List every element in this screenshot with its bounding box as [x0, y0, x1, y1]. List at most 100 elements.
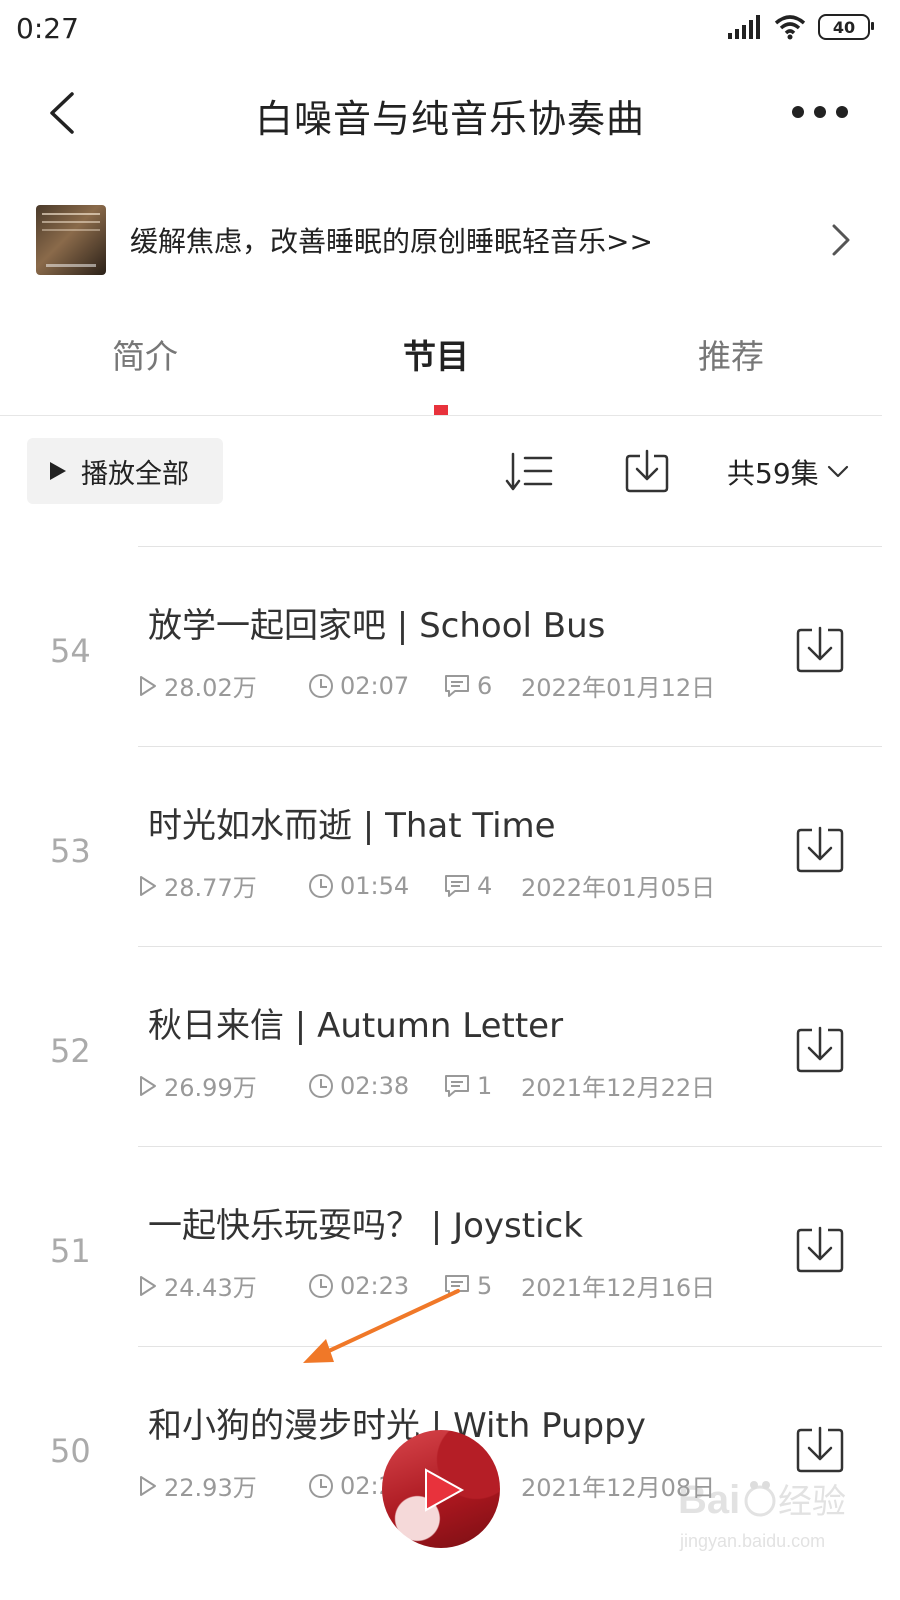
duration-value: 01:54 [340, 871, 410, 900]
play-count-value: 22.93万 [164, 1474, 257, 1502]
episode-index: 51 [50, 1232, 91, 1270]
tab-bar: 简介 节目 推荐 [0, 320, 882, 416]
tab-recommend[interactable]: 推荐 [698, 330, 764, 378]
banner-thumbnail [36, 205, 106, 275]
episode-count-label: 共59集 [727, 457, 819, 490]
comment-count: 1 [443, 1072, 521, 1100]
battery-indicator: 40 [818, 14, 874, 40]
duration-value: 02:23 [340, 1271, 410, 1300]
episode-row[interactable]: 52 秋日来信 | Autumn Letter 26.99万 02:38 1 2… [0, 946, 900, 1146]
publish-date: 2022年01月12日 [521, 674, 716, 702]
play-outline-icon [140, 1275, 156, 1296]
episode-title[interactable]: 放学一起回家吧 | School Bus [148, 598, 605, 647]
duration: 02:38 [308, 1072, 443, 1100]
clock-icon [309, 1473, 333, 1498]
episode-index: 54 [50, 632, 91, 670]
play-outline-icon [140, 1475, 156, 1496]
episode-title[interactable]: 一起快乐玩耍吗？ | Joystick [148, 1198, 583, 1247]
status-time: 0:27 [16, 12, 79, 45]
chevron-down-icon [827, 465, 848, 478]
episode-meta: 28.02万 02:07 6 2022年01月12日 [138, 668, 715, 703]
episode-count-dropdown[interactable]: 共59集 [727, 452, 849, 492]
download-icon[interactable] [795, 1024, 845, 1074]
episode-meta: 28.77万 01:54 4 2022年01月05日 [138, 868, 715, 903]
promo-banner[interactable]: 缓解焦虑，改善睡眠的原创睡眠轻音乐>> [36, 200, 856, 280]
comment-count-value: 1 [477, 1071, 493, 1100]
publish-date: 2021年12月16日 [521, 1274, 716, 1302]
play-count-value: 28.77万 [164, 874, 257, 902]
duration: 01:54 [308, 872, 443, 900]
play-count-value: 24.43万 [164, 1274, 257, 1302]
banner-text: 缓解焦虑，改善睡眠的原创睡眠轻音乐>> [130, 225, 653, 258]
more-icon[interactable] [790, 100, 850, 124]
clock-icon [309, 1073, 333, 1098]
publish-date: 2021年12月22日 [521, 1074, 716, 1102]
tab-episodes[interactable]: 节目 [403, 330, 469, 378]
divider [138, 946, 882, 947]
download-icon[interactable] [795, 824, 845, 874]
publish-date: 2022年01月05日 [521, 874, 716, 902]
download-all-icon[interactable] [624, 448, 670, 494]
play-icon[interactable] [420, 1466, 466, 1514]
play-all-label: 播放全部 [81, 458, 189, 490]
play-icon [50, 462, 66, 480]
comment-icon [445, 674, 469, 697]
play-count-value: 26.99万 [164, 1074, 257, 1102]
download-icon[interactable] [795, 1224, 845, 1274]
tab-intro[interactable]: 简介 [112, 330, 178, 378]
sort-icon[interactable] [505, 450, 553, 494]
play-count: 28.02万 [138, 668, 308, 703]
nav-bar: 白噪音与纯音乐协奏曲 [0, 70, 900, 160]
play-count: 22.93万 [138, 1468, 308, 1503]
episode-index: 53 [50, 832, 91, 870]
comment-count-value: 5 [477, 1271, 493, 1300]
episode-title[interactable]: 和小狗的漫步时光 | With Puppy [148, 1398, 646, 1447]
clock-icon [309, 873, 333, 898]
play-outline-icon [140, 875, 156, 896]
episode-list: 54 放学一起回家吧 | School Bus 28.02万 02:07 6 2… [0, 546, 900, 1546]
episode-toolbar: 播放全部 共59集 [0, 438, 900, 508]
chevron-right-icon [832, 224, 850, 256]
publish-date: 2021年12月08日 [521, 1474, 716, 1502]
comment-icon [445, 1274, 469, 1297]
play-outline-icon [140, 675, 156, 696]
episode-meta: 26.99万 02:38 1 2021年12月22日 [138, 1068, 715, 1103]
clock-icon [309, 1273, 333, 1298]
episode-row[interactable]: 53 时光如水而逝 | That Time 28.77万 01:54 4 202… [0, 746, 900, 946]
comment-count: 5 [443, 1272, 521, 1300]
comment-icon [445, 1074, 469, 1097]
episode-title[interactable]: 秋日来信 | Autumn Letter [148, 998, 563, 1047]
play-count: 26.99万 [138, 1068, 308, 1103]
download-icon[interactable] [795, 624, 845, 674]
divider [138, 546, 882, 547]
download-icon[interactable] [795, 1424, 845, 1474]
duration: 02:07 [308, 672, 443, 700]
play-all-button[interactable]: 播放全部 [27, 438, 223, 504]
play-count: 28.77万 [138, 868, 308, 903]
mini-player[interactable] [382, 1430, 500, 1548]
episode-row[interactable]: 51 一起快乐玩耍吗？ | Joystick 24.43万 02:23 5 20… [0, 1146, 900, 1346]
play-count: 24.43万 [138, 1268, 308, 1303]
episode-index: 50 [50, 1432, 91, 1470]
episode-index: 52 [50, 1032, 91, 1070]
episode-meta: 24.43万 02:23 5 2021年12月16日 [138, 1268, 715, 1303]
comment-count-value: 4 [477, 871, 493, 900]
divider [138, 1146, 882, 1147]
divider [138, 1346, 882, 1347]
episode-title[interactable]: 时光如水而逝 | That Time [148, 798, 556, 847]
duration-value: 02:38 [340, 1071, 410, 1100]
wifi-icon [774, 15, 806, 40]
comment-count: 6 [443, 672, 521, 700]
signal-icon [728, 15, 760, 39]
episode-row[interactable]: 54 放学一起回家吧 | School Bus 28.02万 02:07 6 2… [0, 546, 900, 746]
comment-count-value: 6 [477, 671, 493, 700]
clock-icon [309, 673, 333, 698]
duration: 02:23 [308, 1272, 443, 1300]
duration-value: 02:07 [340, 671, 410, 700]
divider [138, 746, 882, 747]
comment-count: 4 [443, 872, 521, 900]
play-count-value: 28.02万 [164, 674, 257, 702]
page-title: 白噪音与纯音乐协奏曲 [254, 97, 645, 141]
active-tab-indicator [434, 405, 448, 415]
status-bar: 0:27 40 [0, 0, 900, 60]
